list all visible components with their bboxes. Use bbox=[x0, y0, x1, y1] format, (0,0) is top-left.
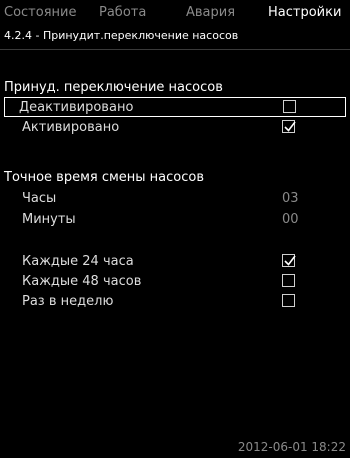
checkbox-48h[interactable] bbox=[282, 274, 295, 287]
exact-switch-time-title: Точное время смены насосов bbox=[4, 170, 205, 185]
tab-operation[interactable]: Работа bbox=[99, 5, 146, 20]
option-activated-label: Активировано bbox=[22, 120, 120, 135]
interval-weekly-label: Раз в неделю bbox=[22, 294, 114, 309]
tab-status[interactable]: Состояние bbox=[4, 5, 76, 20]
checkbox-deactivated[interactable] bbox=[283, 100, 296, 113]
timestamp: 2012-06-01 18:22 bbox=[237, 440, 346, 454]
checkbox-24h[interactable] bbox=[282, 254, 296, 267]
checkmark-icon bbox=[284, 255, 296, 266]
hours-label: Часы bbox=[22, 191, 57, 206]
tab-settings[interactable]: Настройки bbox=[268, 5, 341, 20]
interval-weekly[interactable]: Раз в неделю bbox=[4, 292, 346, 312]
minutes-row[interactable]: Минуты 00 bbox=[4, 210, 346, 230]
interval-48h[interactable]: Каждые 48 часов bbox=[4, 272, 346, 292]
minutes-value[interactable]: 00 bbox=[282, 212, 299, 227]
hours-row[interactable]: Часы 03 bbox=[4, 189, 346, 209]
tab-alarm[interactable]: Авария bbox=[186, 5, 235, 20]
option-deactivated[interactable]: Деактивировано bbox=[4, 97, 346, 117]
checkbox-weekly[interactable] bbox=[282, 294, 295, 307]
checkbox-activated[interactable] bbox=[282, 120, 296, 133]
interval-24h-label: Каждые 24 часа bbox=[22, 254, 134, 269]
tab-bar: Состояние Работа Авария Настройки bbox=[4, 5, 350, 23]
menu-path: 4.2.4 - Принудит.переключение насосов bbox=[4, 29, 239, 42]
divider bbox=[0, 49, 350, 50]
hours-value[interactable]: 03 bbox=[282, 191, 299, 206]
option-activated[interactable]: Активировано bbox=[4, 118, 346, 138]
minutes-label: Минуты bbox=[22, 212, 76, 227]
forced-switch-title: Принуд. переключение насосов bbox=[4, 80, 223, 95]
interval-24h[interactable]: Каждые 24 часа bbox=[4, 252, 346, 272]
checkmark-icon bbox=[284, 121, 296, 132]
option-deactivated-label: Деактивировано bbox=[19, 100, 134, 115]
interval-48h-label: Каждые 48 часов bbox=[22, 274, 142, 289]
